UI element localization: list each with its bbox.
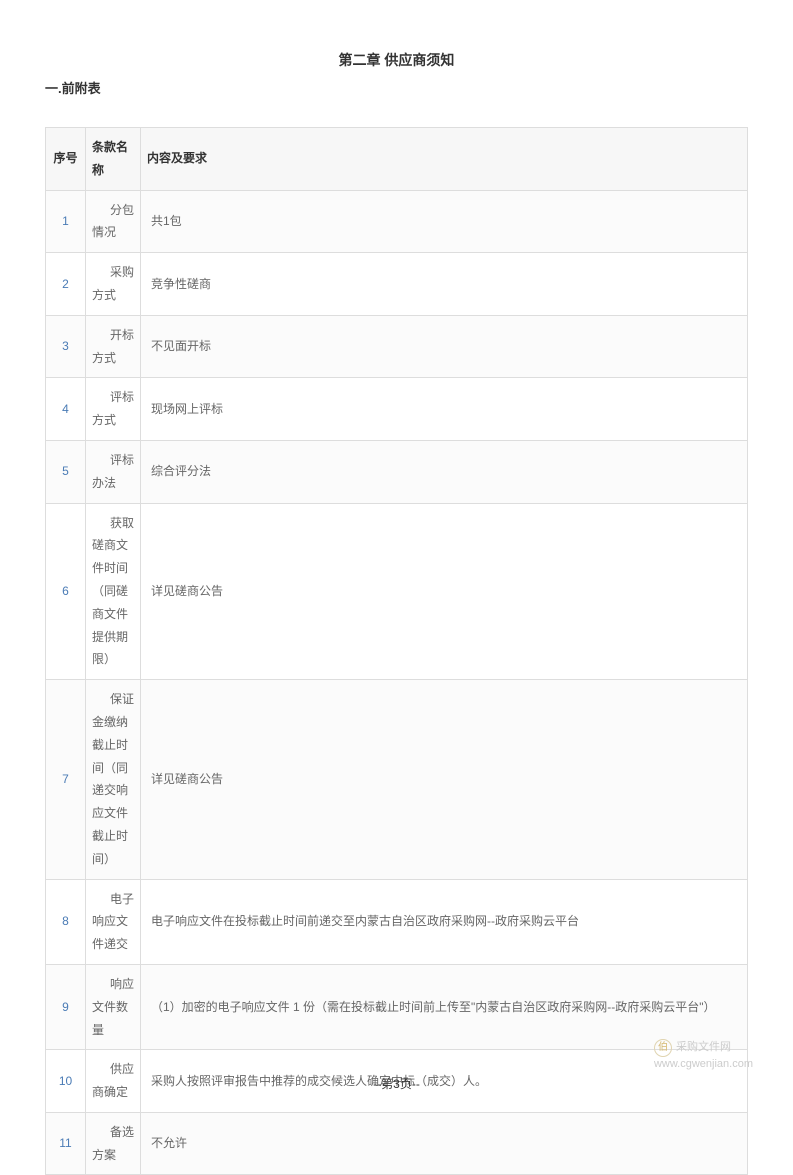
watermark-icon: 伯: [654, 1039, 672, 1057]
header-content: 内容及要求: [141, 128, 748, 191]
row-num: 2: [46, 253, 86, 316]
table-header-row: 序号 条款名称 内容及要求: [46, 128, 748, 191]
attachment-table: 序号 条款名称 内容及要求 1 分包情况 共1包 2 采购方式 竞争性磋商 3 …: [45, 127, 748, 1175]
row-content: 共1包: [141, 190, 748, 253]
row-content: 不见面开标: [141, 315, 748, 378]
table-row: 4 评标方式 现场网上评标: [46, 378, 748, 441]
row-num: 7: [46, 680, 86, 879]
chapter-title: 第二章 供应商须知: [45, 50, 748, 70]
header-num: 序号: [46, 128, 86, 191]
header-name: 条款名称: [86, 128, 141, 191]
row-num: 3: [46, 315, 86, 378]
table-row: 8 电子响应文件递交 电子响应文件在投标截止时间前递交至内蒙古自治区政府采购网-…: [46, 879, 748, 964]
watermark-cn: 采购文件网: [676, 1040, 731, 1055]
watermark-url: www.cgwenjian.com: [654, 1057, 753, 1072]
row-name: 评标办法: [86, 440, 141, 503]
row-content: 竞争性磋商: [141, 253, 748, 316]
row-name: 获取磋商文件时间（同磋商文件提供期限）: [86, 503, 141, 680]
row-content: 详见磋商公告: [141, 503, 748, 680]
row-num: 4: [46, 378, 86, 441]
row-name: 采购方式: [86, 253, 141, 316]
page-footer: --第3页--: [0, 1075, 793, 1092]
row-num: 8: [46, 879, 86, 964]
row-num: 6: [46, 503, 86, 680]
row-content: 现场网上评标: [141, 378, 748, 441]
table-row: 9 响应文件数量 （1）加密的电子响应文件 1 份（需在投标截止时间前上传至"内…: [46, 964, 748, 1049]
watermark: 伯 采购文件网 www.cgwenjian.com: [654, 1039, 753, 1072]
row-name: 评标方式: [86, 378, 141, 441]
row-content: 详见磋商公告: [141, 680, 748, 879]
row-name: 开标方式: [86, 315, 141, 378]
row-name: 保证金缴纳截止时间（同递交响应文件截止时间）: [86, 680, 141, 879]
table-row: 6 获取磋商文件时间（同磋商文件提供期限） 详见磋商公告: [46, 503, 748, 680]
row-content: 综合评分法: [141, 440, 748, 503]
table-row: 2 采购方式 竞争性磋商: [46, 253, 748, 316]
row-content: 电子响应文件在投标截止时间前递交至内蒙古自治区政府采购网--政府采购云平台: [141, 879, 748, 964]
table-row: 5 评标办法 综合评分法: [46, 440, 748, 503]
row-name: 电子响应文件递交: [86, 879, 141, 964]
table-row: 3 开标方式 不见面开标: [46, 315, 748, 378]
row-name: 响应文件数量: [86, 964, 141, 1049]
section-title: 一.前附表: [45, 78, 748, 97]
row-num: 1: [46, 190, 86, 253]
row-num: 9: [46, 964, 86, 1049]
table-row: 7 保证金缴纳截止时间（同递交响应文件截止时间） 详见磋商公告: [46, 680, 748, 879]
row-name: 分包情况: [86, 190, 141, 253]
table-row: 1 分包情况 共1包: [46, 190, 748, 253]
row-num: 5: [46, 440, 86, 503]
row-content: （1）加密的电子响应文件 1 份（需在投标截止时间前上传至"内蒙古自治区政府采购…: [141, 964, 748, 1049]
